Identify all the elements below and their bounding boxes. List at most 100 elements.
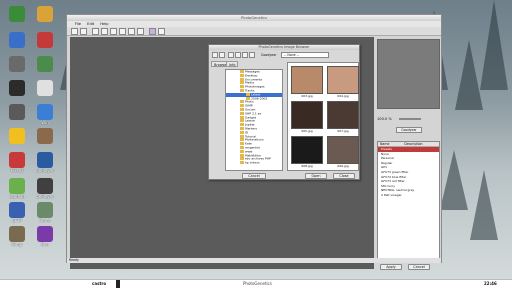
view-thumbs-icon[interactable] <box>242 52 248 58</box>
home-icon[interactable] <box>228 52 234 58</box>
column-name[interactable]: Name <box>380 142 389 146</box>
save-icon[interactable] <box>92 28 99 35</box>
app-icon <box>9 80 25 96</box>
back-icon[interactable] <box>212 52 218 58</box>
desktop-icon-label: LeafPad <box>9 194 25 199</box>
desktop-icon[interactable] <box>2 104 32 120</box>
desktop-icon[interactable] <box>30 6 60 22</box>
menu-file[interactable]: File <box>75 22 81 26</box>
folder-icon <box>240 85 244 89</box>
taskbar-item[interactable]: castro <box>92 280 106 288</box>
print-icon[interactable] <box>101 28 108 35</box>
desktop-icon[interactable] <box>30 56 60 72</box>
thumbnail-image <box>327 136 359 164</box>
folder-item[interactable]: hp videos <box>226 161 282 165</box>
crop-icon[interactable] <box>128 28 135 35</box>
desktop-icon-label: Gimp <box>11 242 23 247</box>
image-browser-dialog: PhotoGenetics Image Browser Goodyear -- … <box>208 44 360 180</box>
view-list-icon[interactable] <box>235 52 241 58</box>
app-icon <box>37 152 53 168</box>
app-icon <box>37 80 53 96</box>
desktop-icon[interactable] <box>2 56 32 72</box>
app-icon <box>37 128 53 144</box>
thumbnail[interactable]: 007.jpg <box>327 101 359 134</box>
column-description[interactable]: Description <box>404 142 422 146</box>
menu-edit[interactable]: Edit <box>87 22 94 26</box>
desktop-icon[interactable]: PixelD <box>2 152 32 173</box>
thumbnail-image <box>327 101 359 129</box>
desktop-icon[interactable]: bFTP <box>2 202 32 223</box>
thumbnail-caption: 005.jpg <box>301 129 313 133</box>
desktop-icon[interactable]: Win <box>30 104 60 125</box>
menu-start-icon[interactable] <box>116 280 120 288</box>
desktop-icon[interactable] <box>30 80 60 96</box>
refresh-icon[interactable] <box>249 52 255 58</box>
folder-tree: Messages Desktop Documents Media PhotoImages… <box>225 69 283 171</box>
thumbnail-caption: 009.jpg <box>337 164 349 168</box>
thumbnail-caption: 003.jpg <box>301 94 313 98</box>
apply-button[interactable]: Apply <box>380 264 402 270</box>
app-icon <box>37 6 53 22</box>
desktop-icon[interactable] <box>2 32 32 48</box>
status-bar: Ready <box>67 258 441 263</box>
folder-icon <box>240 104 244 108</box>
app-icon <box>9 128 25 144</box>
rotate-icon[interactable] <box>137 28 144 35</box>
navigator-preview[interactable] <box>377 39 440 109</box>
app-icon <box>9 32 25 48</box>
desktop-icon[interactable] <box>2 6 32 22</box>
filter-icon[interactable] <box>149 28 156 35</box>
preset-dropdown[interactable]: Goodyear <box>396 127 422 133</box>
menu-help[interactable]: Help <box>100 22 108 26</box>
zoom-control: 100.0 % <box>377 115 440 123</box>
thumbnail[interactable]: 005.jpg <box>291 101 323 134</box>
open-button[interactable]: Open <box>305 173 327 179</box>
desktop-icon-label: Win <box>41 120 49 125</box>
tab-info[interactable]: Info <box>226 61 239 67</box>
folder-label: hp videos <box>245 160 260 165</box>
dialog-cancel-button[interactable]: Cancel <box>242 173 266 179</box>
folder-icon <box>240 107 244 111</box>
desktop-icon[interactable]: Gimp <box>2 226 32 247</box>
taskbar: castro PhotoGenetics 22:46 <box>0 279 512 288</box>
folder-icon <box>240 111 244 115</box>
redo-icon[interactable] <box>119 28 126 35</box>
desktop-icon-label: bFTP <box>12 218 22 223</box>
desktop-icon-label: bePlayer <box>36 194 54 199</box>
desktop-icon[interactable] <box>2 128 32 144</box>
desktop-icon-label: Cams <box>39 218 51 223</box>
desktop-icon-label: Nvu <box>41 242 49 247</box>
forward-icon[interactable] <box>219 52 225 58</box>
desktop-icon[interactable]: Cams <box>30 202 60 223</box>
undo-icon[interactable] <box>110 28 117 35</box>
folder-icon <box>240 126 244 130</box>
desktop-icon[interactable] <box>2 80 32 96</box>
desktop-icon[interactable] <box>30 32 60 48</box>
close-button[interactable]: Close <box>333 173 355 179</box>
taskbar-app-label[interactable]: PhotoGenetics <box>243 280 272 288</box>
thumbnail[interactable]: 008.jpg <box>291 136 323 169</box>
dialog-title[interactable]: PhotoGenetics Image Browser <box>209 45 359 50</box>
desktop-icon[interactable]: Nvu <box>30 226 60 247</box>
thumbnail[interactable]: 009.jpg <box>327 136 359 169</box>
open-icon[interactable] <box>80 28 87 35</box>
help-icon[interactable] <box>158 28 165 35</box>
thumbnail-caption: 007.jpg <box>337 129 349 133</box>
thumbnail[interactable]: 003.jpg <box>291 66 323 99</box>
desktop-icon[interactable] <box>30 128 60 144</box>
folder-icon <box>240 70 244 73</box>
app-icon <box>37 56 53 72</box>
thumbnail[interactable]: 004.jpg <box>327 66 359 99</box>
preset-select[interactable]: -- None -- <box>281 52 329 58</box>
desktop-icon[interactable]: bePlayer <box>30 152 60 173</box>
folder-icon <box>240 134 244 138</box>
folder-icon <box>240 119 244 123</box>
zoom-slider[interactable] <box>399 118 422 120</box>
thumbnail-caption: 004.jpg <box>337 94 349 98</box>
thumbnail-caption: 008.jpg <box>301 164 313 168</box>
preset-row[interactable]: 2 Pelt vinegar <box>378 193 439 198</box>
panel-cancel-button[interactable]: Cancel <box>408 264 430 270</box>
new-icon[interactable] <box>71 28 78 35</box>
desktop-icon[interactable]: bePlayer <box>30 178 60 199</box>
desktop-icon[interactable]: LeafPad <box>2 178 32 199</box>
